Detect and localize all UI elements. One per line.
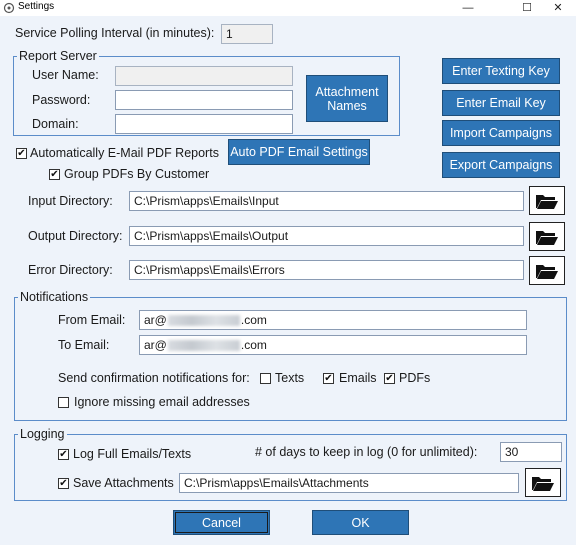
confirmation-notifications-label: Send confirmation notifications for: <box>58 371 250 385</box>
attachments-browse-button[interactable] <box>525 468 561 497</box>
password-input[interactable] <box>115 90 293 110</box>
from-email-prefix: ar@ <box>144 313 167 327</box>
auto-email-pdf-checkbox[interactable]: ✔ <box>16 148 27 159</box>
to-email-prefix: ar@ <box>144 338 167 352</box>
domain-input[interactable] <box>115 114 293 134</box>
title-bar <box>0 0 576 16</box>
emails-checkbox[interactable]: ✔ <box>323 373 334 384</box>
to-email-input[interactable]: ar@ .com <box>139 335 527 355</box>
user-name-input[interactable] <box>115 66 293 86</box>
output-directory-browse-button[interactable] <box>529 222 565 251</box>
folder-open-icon <box>536 264 558 279</box>
cancel-button[interactable]: Cancel <box>173 510 270 535</box>
pdfs-checkbox[interactable]: ✔ <box>384 373 395 384</box>
emails-label: Emails <box>339 371 377 385</box>
auto-pdf-email-settings-button[interactable]: Auto PDF Email Settings <box>228 139 370 165</box>
logging-legend: Logging <box>18 427 67 441</box>
settings-app-icon <box>3 2 15 14</box>
texts-label: Texts <box>275 371 305 385</box>
enter-email-key-button[interactable]: Enter Email Key <box>442 90 560 116</box>
close-button[interactable]: ✕ <box>540 0 576 16</box>
log-full-checkbox[interactable]: ✔ <box>58 449 69 460</box>
from-email-suffix: .com <box>240 313 267 327</box>
to-email-label: To Email: <box>58 338 110 352</box>
input-directory-browse-button[interactable] <box>529 186 565 215</box>
error-directory-label: Error Directory: <box>28 263 113 277</box>
error-directory-field[interactable]: C:\Prism\apps\Emails\Errors <box>129 260 524 280</box>
log-full-label: Log Full Emails/Texts <box>73 447 192 461</box>
group-pdfs-label: Group PDFs By Customer <box>64 167 210 181</box>
save-attachments-label: Save Attachments <box>73 476 174 490</box>
redacted-text <box>167 315 240 327</box>
log-days-label: # of days to keep in log (0 for unlimite… <box>255 445 478 459</box>
export-campaigns-button[interactable]: Export Campaigns <box>442 152 560 178</box>
save-attachments-checkbox[interactable]: ✔ <box>58 478 69 489</box>
ignore-missing-checkbox[interactable] <box>58 397 69 408</box>
user-name-label: User Name: <box>32 68 99 82</box>
report-server-legend: Report Server <box>17 49 99 63</box>
window-title: Settings <box>18 1 55 12</box>
attachment-names-button[interactable]: Attachment Names <box>306 75 388 122</box>
input-directory-field[interactable]: C:\Prism\apps\Emails\Input <box>129 191 524 211</box>
domain-label: Domain: <box>32 117 79 131</box>
to-email-suffix: .com <box>240 338 267 352</box>
pdfs-label: PDFs <box>399 371 431 385</box>
redacted-text <box>167 340 240 352</box>
error-directory-browse-button[interactable] <box>529 256 565 285</box>
ignore-missing-label: Ignore missing email addresses <box>74 395 250 409</box>
log-days-input[interactable]: 30 <box>500 442 562 462</box>
from-email-label: From Email: <box>58 313 126 327</box>
folder-open-icon <box>532 476 554 491</box>
ok-button[interactable]: OK <box>312 510 409 535</box>
from-email-input[interactable]: ar@ .com <box>139 310 527 330</box>
output-directory-field[interactable]: C:\Prism\apps\Emails\Output <box>129 226 524 246</box>
attachments-path-field[interactable]: C:\Prism\apps\Emails\Attachments <box>179 473 519 493</box>
output-directory-label: Output Directory: <box>28 229 123 243</box>
polling-interval-label: Service Polling Interval (in minutes): <box>15 26 215 40</box>
import-campaigns-button[interactable]: Import Campaigns <box>442 120 560 146</box>
input-directory-label: Input Directory: <box>28 194 113 208</box>
polling-interval-input[interactable]: 1 <box>221 24 273 44</box>
folder-open-icon <box>536 194 558 209</box>
notifications-legend: Notifications <box>18 290 91 304</box>
texts-checkbox[interactable] <box>260 373 271 384</box>
group-pdfs-checkbox[interactable]: ✔ <box>49 169 60 180</box>
enter-texting-key-button[interactable]: Enter Texting Key <box>442 58 560 84</box>
auto-email-pdf-label: Automatically E-Mail PDF Reports <box>30 146 219 160</box>
folder-open-icon <box>536 230 558 245</box>
password-label: Password: <box>32 93 91 107</box>
minimize-button[interactable]: — <box>450 0 486 16</box>
